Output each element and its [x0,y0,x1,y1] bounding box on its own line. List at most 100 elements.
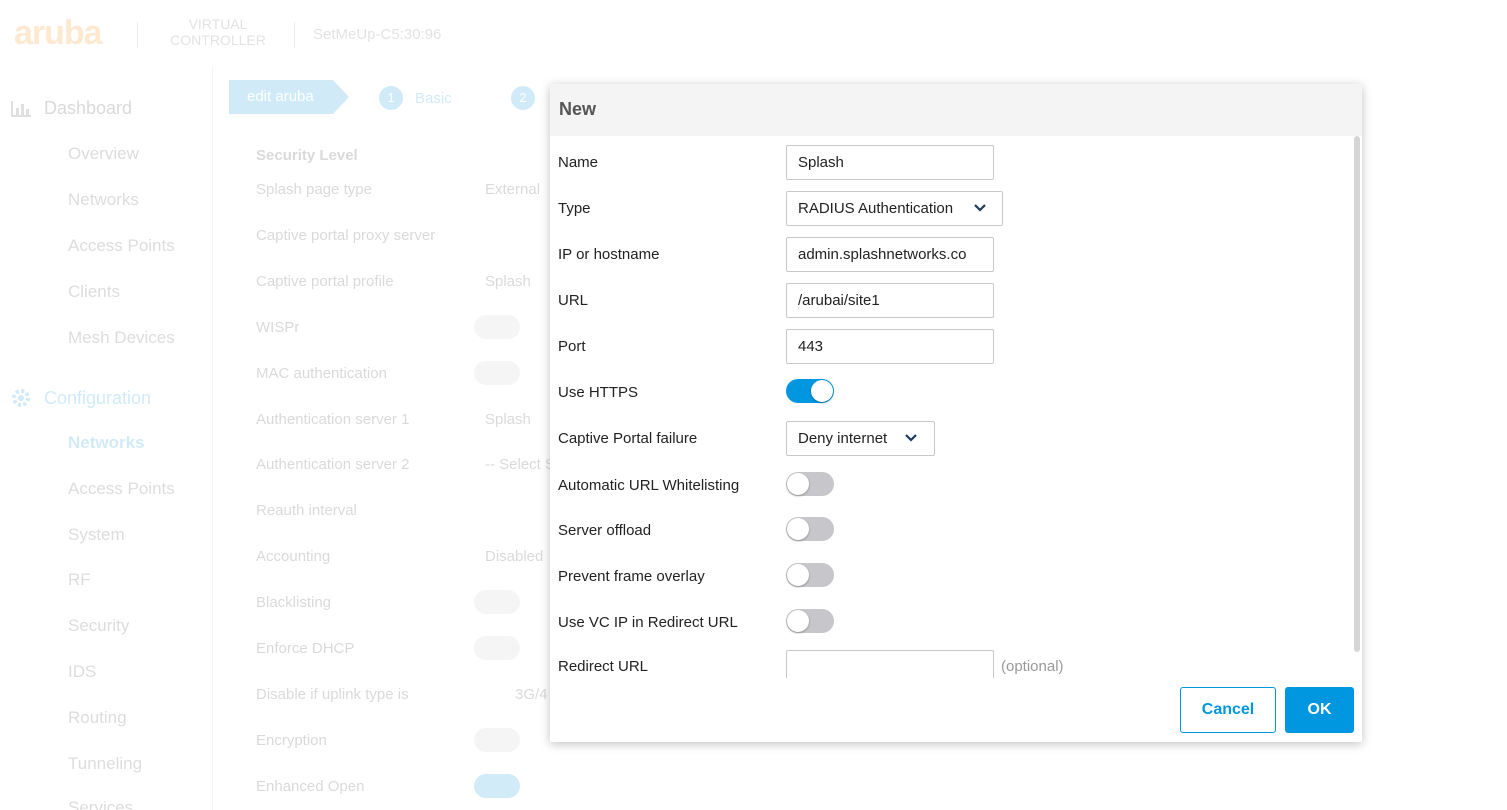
sidebar-item-security[interactable]: Security [68,616,129,636]
vc-ip-label: Use VC IP in Redirect URL [558,614,738,631]
use-vc-ip-toggle[interactable] [786,609,834,633]
form-label: Authentication server 2 [256,456,410,473]
sidebar-item-system[interactable]: System [68,525,125,545]
mac-auth-toggle[interactable] [474,361,520,385]
type-select[interactable]: RADIUS Authentication [786,191,1003,226]
sidebar-item-tunneling[interactable]: Tunneling [68,754,142,774]
sidebar-item-mesh-devices[interactable]: Mesh Devices [68,328,175,348]
toggle-knob [787,518,809,540]
url-label: URL [558,292,589,309]
row-port: Port [550,329,1350,365]
sidebar-section-dashboard[interactable]: Dashboard [10,98,132,119]
bar-chart-icon [11,100,31,117]
server-offload-label: Server offload [558,522,652,539]
optional-hint: (optional) [1001,658,1064,675]
divider [294,22,295,48]
chevron-down-icon [974,204,986,212]
sidebar-item-overview[interactable]: Overview [68,144,139,164]
ip-label: IP or hostname [558,246,660,263]
sidebar-item-networks[interactable]: Networks [68,190,139,210]
enhanced-open-toggle[interactable] [474,774,520,798]
use-https-toggle[interactable] [786,379,834,403]
wizard-arrow [333,80,349,114]
form-value[interactable]: Disabled [485,548,543,565]
form-label: Disable if uplink type is [256,686,409,703]
divider [137,22,138,48]
form-label: Captive portal proxy server [256,227,436,244]
encryption-toggle[interactable] [474,728,520,752]
form-value[interactable]: -- Select S [485,456,555,473]
gear-icon [12,389,30,407]
sidebar-item-routing[interactable]: Routing [68,708,127,728]
port-input[interactable] [786,329,994,364]
row-cp-failure: Captive Portal failure Deny internet [550,421,1350,457]
dialog-header: New [550,84,1362,136]
device-name: SetMeUp-C5:30:96 [313,26,442,43]
server-offload-toggle[interactable] [786,517,834,541]
sidebar-item-config-networks[interactable]: Networks [68,433,145,453]
ip-hostname-input[interactable] [786,237,994,272]
form-label: WISPr [256,319,300,336]
row-frame-overlay: Prevent frame overlay [550,561,1350,597]
form-value[interactable]: 3G/4 [515,686,548,703]
form-value[interactable]: Splash [485,411,531,428]
wizard-step-1-label[interactable]: Basic [415,90,452,107]
wizard-step-1-number[interactable]: 1 [379,86,403,110]
row-auto-whitelist: Automatic URL Whitelisting [550,470,1350,506]
toggle-knob [787,473,809,495]
toggle-knob [787,610,809,632]
form-label: Reauth interval [256,502,357,519]
row-type: Type RADIUS Authentication [550,191,1350,227]
wizard-step-edit[interactable]: edit aruba [229,80,333,114]
sidebar-item-ids[interactable]: IDS [68,662,96,682]
form-label: Splash page type [256,181,372,198]
row-vc-ip: Use VC IP in Redirect URL [550,607,1350,643]
chevron-down-icon [905,434,917,442]
form-label: Blacklisting [256,594,332,611]
frame-overlay-label: Prevent frame overlay [558,568,705,585]
redirect-url-input[interactable] [786,650,994,678]
captive-portal-failure-select[interactable]: Deny internet [786,421,935,456]
blacklisting-toggle[interactable] [474,590,520,614]
sidebar-item-access-points[interactable]: Access Points [68,236,175,256]
form-label: Authentication server 1 [256,411,410,428]
form-value[interactable]: External [485,181,540,198]
cancel-button[interactable]: Cancel [1180,687,1276,733]
form-label: Enforce DHCP [256,640,355,657]
row-server-offload: Server offload [550,515,1350,551]
enforce-dhcp-toggle[interactable] [474,636,520,660]
type-label: Type [558,200,591,217]
form-label: Enhanced Open [256,778,365,795]
prevent-frame-overlay-toggle[interactable] [786,563,834,587]
form-label: MAC authentication [256,365,387,382]
row-name: Name [550,145,1350,181]
form-label: Accounting [256,548,331,565]
cp-failure-select-value: Deny internet [798,430,888,447]
sidebar-item-services[interactable]: Services [68,798,133,810]
sidebar-item-config-access-points[interactable]: Access Points [68,479,175,499]
product-name: VIRTUAL CONTROLLER [170,16,266,48]
type-select-value: RADIUS Authentication [798,200,954,217]
url-input[interactable] [786,283,994,318]
redirect-url-label: Redirect URL [558,658,649,675]
sidebar-section-configuration[interactable]: Configuration [10,387,151,409]
row-url: URL [550,283,1350,319]
form-label: Encryption [256,732,327,749]
sidebar-item-rf[interactable]: RF [68,570,91,590]
auto-whitelist-label: Automatic URL Whitelisting [558,477,740,494]
sidebar-item-clients[interactable]: Clients [68,282,120,302]
name-input[interactable] [786,145,994,180]
wizard-step-2-number[interactable]: 2 [511,86,535,110]
dialog-title: New [559,99,597,119]
dialog-scrollbar[interactable] [1354,136,1360,652]
form-value[interactable]: Splash [485,273,531,290]
wispr-toggle[interactable] [474,315,520,339]
ok-button[interactable]: OK [1285,687,1354,733]
auto-url-whitelisting-toggle[interactable] [786,472,834,496]
sidebar-section-label: Dashboard [44,98,133,118]
new-server-dialog: New Name Type RADIUS Authentication IP o… [550,84,1362,742]
toggle-knob [811,380,833,402]
top-bar: aruba VIRTUAL CONTROLLER SetMeUp-C5:30:9… [0,0,1507,66]
toggle-knob [787,564,809,586]
form-label: Captive portal profile [256,273,394,290]
